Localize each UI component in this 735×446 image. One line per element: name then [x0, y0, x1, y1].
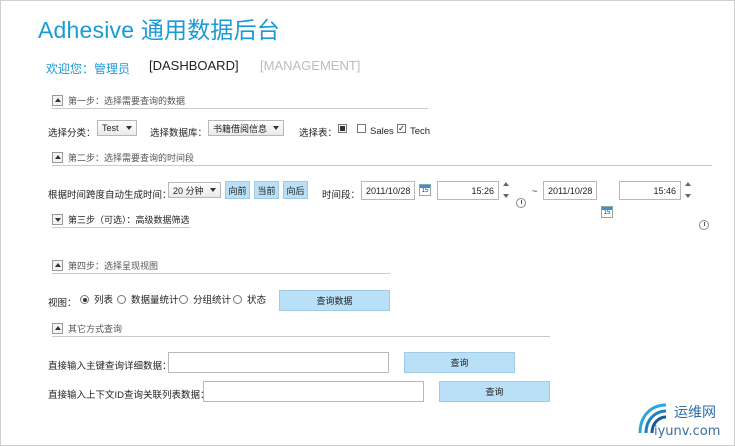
step2-header[interactable]: 第二步：选择需要查询的时间段 [52, 151, 194, 164]
spin-down-icon[interactable] [685, 194, 691, 198]
clock-icon[interactable] [699, 220, 709, 230]
app-name: Adhesive [38, 17, 135, 43]
collapse-up-icon[interactable] [52, 323, 63, 334]
step3-divider [52, 227, 190, 228]
pk-query-button[interactable]: 查询 [404, 352, 515, 373]
ctx-query-button[interactable]: 查询 [439, 381, 550, 402]
end-date-field[interactable]: 2011/10/28 [543, 181, 597, 200]
view-option-group: 分组统计 [193, 295, 232, 306]
chevron-down-icon [126, 126, 132, 130]
other-header[interactable]: 其它方式查询 [52, 322, 122, 335]
category-label: 选择分类： [48, 128, 96, 139]
span-value: 20 分钟 [173, 185, 204, 196]
prev-button[interactable]: 向前 [225, 181, 250, 199]
view-radio-list[interactable] [80, 295, 89, 304]
collapse-up-icon[interactable] [52, 260, 63, 271]
expand-down-icon[interactable] [52, 214, 63, 225]
view-radio-count[interactable] [117, 295, 126, 304]
calendar-icon[interactable]: 15 [419, 184, 431, 196]
database-value: 书籍借阅信息 [213, 123, 268, 134]
clock-icon[interactable] [516, 198, 526, 208]
step4-divider [52, 273, 390, 274]
spin-down-icon[interactable] [503, 194, 509, 198]
chevron-down-icon [210, 188, 216, 192]
collapse-up-icon[interactable] [52, 95, 63, 106]
start-time-spinner[interactable] [502, 182, 510, 198]
table-label-sales: Sales [370, 126, 394, 137]
step1-title: 第一步：选择需要查询的数据 [68, 96, 186, 106]
ctx-input[interactable] [203, 381, 424, 402]
spin-up-icon[interactable] [503, 182, 509, 186]
step1-divider [52, 108, 428, 109]
step2-divider [52, 165, 712, 166]
chevron-down-icon [273, 126, 279, 130]
watermark-text: 运维网 [674, 404, 716, 420]
step2-title: 第二步：选择需要查询的时间段 [68, 153, 195, 163]
view-label: 视图： [48, 298, 77, 309]
table-label: 选择表： [299, 128, 338, 139]
welcome-text: 欢迎您：管理员 [46, 62, 131, 76]
other-title: 其它方式查询 [68, 324, 123, 334]
database-select[interactable]: 书籍借阅信息 [208, 120, 284, 136]
view-option-list: 列表 [94, 295, 114, 306]
spin-up-icon[interactable] [685, 182, 691, 186]
query-data-button[interactable]: 查询数据 [279, 290, 390, 311]
category-select[interactable]: Test [97, 120, 137, 136]
nav-dashboard-link[interactable]: [DASHBOARD] [149, 58, 239, 73]
end-time-field[interactable]: 15:46 [619, 181, 681, 200]
step4-header[interactable]: 第四步：选择呈现视图 [52, 259, 158, 272]
watermark-url: iyunv.com [654, 424, 721, 439]
category-value: Test [102, 123, 119, 133]
view-radio-group[interactable] [179, 295, 188, 304]
calendar-icon[interactable]: 15 [601, 206, 613, 218]
table-checkbox-sales[interactable] [357, 124, 366, 133]
database-label: 选择数据库： [150, 128, 208, 139]
view-radio-status[interactable] [233, 295, 242, 304]
start-time-field[interactable]: 15:26 [437, 181, 499, 200]
time-range-label: 时间段： [322, 190, 361, 201]
table-checkbox-1[interactable] [338, 124, 347, 133]
app-title: Adhesive 通用数据后台 [38, 11, 280, 45]
span-select[interactable]: 20 分钟 [168, 182, 221, 198]
view-option-status: 状态 [247, 295, 267, 306]
range-separator: ~ [532, 186, 538, 197]
pk-input[interactable] [168, 352, 389, 373]
end-time-spinner[interactable] [684, 182, 692, 198]
now-button[interactable]: 当前 [254, 181, 279, 199]
start-date-field[interactable]: 2011/10/28 [361, 181, 415, 200]
next-button[interactable]: 向后 [283, 181, 308, 199]
step1-header[interactable]: 第一步：选择需要查询的数据 [52, 94, 185, 107]
table-checkbox-tech[interactable]: ✓ [397, 124, 406, 133]
view-option-count: 数据量统计 [131, 295, 179, 306]
step3-header[interactable]: 第三步（可选）：高级数据筛选 [52, 213, 190, 226]
pk-label: 直接输入主键查询详细数据： [48, 361, 172, 372]
table-label-tech: Tech [410, 126, 431, 137]
nav-management-link[interactable]: [MANAGEMENT] [260, 58, 360, 73]
step3-title: 第三步（可选）：高级数据筛选 [68, 215, 190, 225]
app-title-cn: 通用数据后台 [140, 17, 281, 43]
collapse-up-icon[interactable] [52, 152, 63, 163]
ctx-label: 直接输入上下文ID查询关联列表数据： [48, 390, 210, 401]
step4-title: 第四步：选择呈现视图 [68, 261, 159, 271]
other-divider [52, 336, 550, 337]
auto-span-label: 根据时间跨度自动生成时间： [48, 190, 172, 201]
